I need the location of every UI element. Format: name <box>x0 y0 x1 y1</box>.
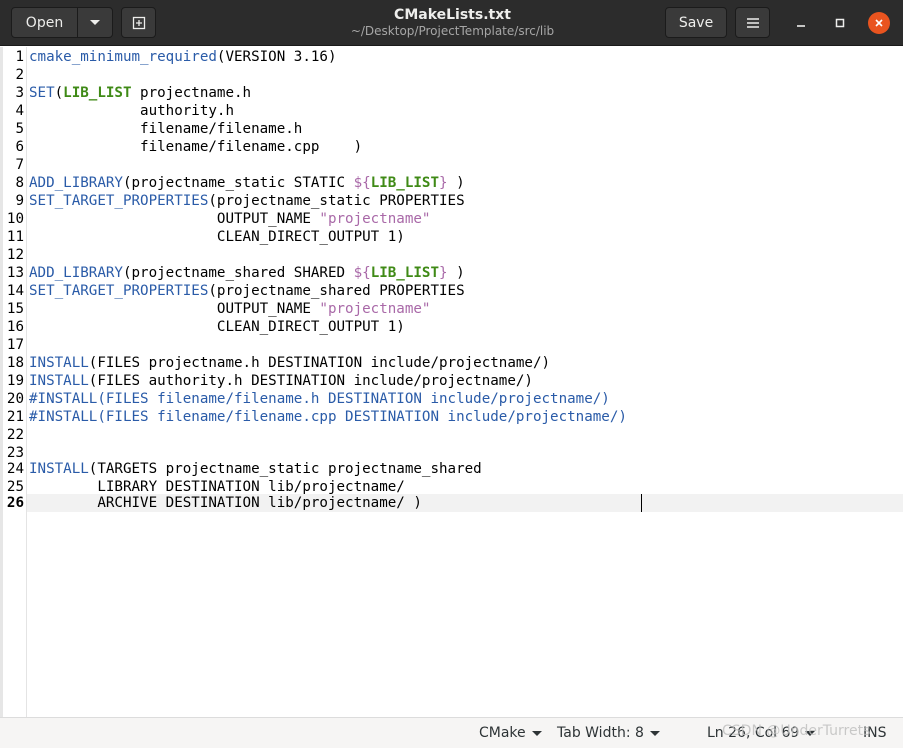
code-line[interactable]: 7 <box>0 156 903 174</box>
code-text[interactable]: INSTALL(FILES projectname.h DESTINATION … <box>29 354 550 372</box>
code-text[interactable]: ARCHIVE DESTINATION lib/projectname/ ) <box>29 494 422 512</box>
save-button[interactable]: Save <box>665 7 727 38</box>
code-line[interactable]: 3 SET(LIB_LIST projectname.h <box>0 84 903 102</box>
code-text[interactable]: filename/filename.cpp ) <box>29 138 362 156</box>
hamburger-menu-icon <box>746 17 759 28</box>
code-line[interactable]: 4 authority.h <box>0 102 903 120</box>
tab-width-label: Tab Width: 8 <box>557 725 644 741</box>
language-dropdown-icon <box>531 730 542 736</box>
line-number: 2 <box>15 67 24 83</box>
tab-width-dropdown-icon <box>649 730 660 736</box>
code-text[interactable]: filename/filename.h <box>29 120 302 138</box>
line-number: 12 <box>6 247 24 263</box>
line-number: 21 <box>6 409 24 425</box>
line-number: 22 <box>6 427 24 443</box>
code-line[interactable]: 19 INSTALL(FILES authority.h DESTINATION … <box>0 372 903 390</box>
code-text[interactable]: CLEAN_DIRECT_OUTPUT 1) <box>29 318 405 336</box>
code-line[interactable]: 1 cmake_minimum_required(VERSION 3.16) <box>0 48 903 66</box>
code-line[interactable]: 10 OUTPUT_NAME "projectname" <box>0 210 903 228</box>
code-text[interactable]: #INSTALL(FILES filename/filename.h DESTI… <box>29 390 610 408</box>
line-number: 11 <box>6 229 24 245</box>
code-line[interactable]: 2 <box>0 66 903 84</box>
close-button[interactable] <box>868 12 890 34</box>
language-label: CMake <box>479 725 526 741</box>
minimize-button[interactable] <box>790 12 812 34</box>
line-number: 4 <box>15 103 24 119</box>
code-line[interactable]: 15 OUTPUT_NAME "projectname" <box>0 300 903 318</box>
tab-width-selector[interactable]: Tab Width: 8 <box>557 725 660 741</box>
code-text[interactable]: SET_TARGET_PROPERTIES(projectname_static… <box>29 192 465 210</box>
line-number: 10 <box>6 211 24 227</box>
line-number: 26 <box>6 495 24 511</box>
code-line[interactable]: 11 CLEAN_DIRECT_OUTPUT 1) <box>0 228 903 246</box>
line-number: 5 <box>15 121 24 137</box>
code-line[interactable]: 22 <box>0 426 903 444</box>
line-number: 15 <box>6 301 24 317</box>
code-line[interactable]: 8 ADD_LIBRARY(projectname_static STATIC $… <box>0 174 903 192</box>
code-text[interactable]: OUTPUT_NAME "projectname" <box>29 300 431 318</box>
new-tab-icon <box>132 16 145 29</box>
line-number: 16 <box>6 319 24 335</box>
code-text[interactable]: INSTALL(FILES authority.h DESTINATION in… <box>29 372 533 390</box>
code-text[interactable]: INSTALL(TARGETS projectname_static proje… <box>29 460 482 478</box>
maximize-button[interactable] <box>829 12 851 34</box>
chevron-down-icon <box>90 19 100 25</box>
line-number: 17 <box>6 337 24 353</box>
line-number: 6 <box>15 139 24 155</box>
window-title-area: CMakeLists.txt ~/Desktop/ProjectTemplate… <box>300 7 605 39</box>
code-line[interactable]: 14 SET_TARGET_PROPERTIES(projectname_shar… <box>0 282 903 300</box>
watermark: CSDN @UnderTurrets <box>722 723 871 739</box>
code-text[interactable]: ADD_LIBRARY(projectname_shared SHARED ${… <box>29 264 465 282</box>
window-subtitle: ~/Desktop/ProjectTemplate/src/lib <box>350 24 555 38</box>
code-text[interactable]: authority.h <box>29 102 234 120</box>
text-cursor <box>641 494 642 512</box>
line-number: 1 <box>15 49 24 65</box>
open-button-label: Open <box>25 14 64 31</box>
code-line[interactable]: 12 <box>0 246 903 264</box>
new-tab-button[interactable] <box>121 7 156 38</box>
code-line[interactable]: 16 CLEAN_DIRECT_OUTPUT 1) <box>0 318 903 336</box>
code-line[interactable]: 17 <box>0 336 903 354</box>
code-text[interactable]: #INSTALL(FILES filename/filename.cpp DES… <box>29 408 627 426</box>
code-text[interactable]: SET_TARGET_PROPERTIES(projectname_shared… <box>29 282 465 300</box>
minimize-icon <box>797 25 805 27</box>
code-text[interactable]: ADD_LIBRARY(projectname_static STATIC ${… <box>29 174 465 192</box>
code-line[interactable]: 20 #INSTALL(FILES filename/filename.h DES… <box>0 390 903 408</box>
code-text[interactable]: CLEAN_DIRECT_OUTPUT 1) <box>29 228 405 246</box>
code-text[interactable]: OUTPUT_NAME "projectname" <box>29 210 431 228</box>
open-button[interactable]: Open <box>11 7 78 38</box>
line-number: 8 <box>15 175 24 191</box>
line-number: 18 <box>6 355 24 371</box>
line-number: 9 <box>15 193 24 209</box>
status-bar: CMake Tab Width: 8 Ln 26, Col 69 INS CSD… <box>0 717 903 748</box>
main-menu-button[interactable] <box>735 7 770 38</box>
header-bar: Open CMakeLists.txt ~/Desktop/ProjectTem… <box>0 0 903 46</box>
line-number: 13 <box>6 265 24 281</box>
code-line[interactable]: 9 SET_TARGET_PROPERTIES(projectname_stati… <box>0 192 903 210</box>
code-line[interactable]: 21 #INSTALL(FILES filename/filename.cpp D… <box>0 408 903 426</box>
line-number: 19 <box>6 373 24 389</box>
code-line[interactable]: 6 filename/filename.cpp ) <box>0 138 903 156</box>
line-number: 3 <box>15 85 24 101</box>
window-title: CMakeLists.txt <box>394 7 511 23</box>
line-number: 20 <box>6 391 24 407</box>
code-line[interactable]: 5 filename/filename.h <box>0 120 903 138</box>
code-line[interactable]: 26 ARCHIVE DESTINATION lib/projectname/ … <box>0 494 903 512</box>
maximize-icon <box>835 18 845 28</box>
line-number: 24 <box>6 461 24 477</box>
code-line[interactable]: 24 INSTALL(TARGETS projectname_static pro… <box>0 460 903 478</box>
code-text[interactable]: SET(LIB_LIST projectname.h <box>29 84 251 102</box>
save-button-label: Save <box>678 14 714 31</box>
line-number: 14 <box>6 283 24 299</box>
line-number: 7 <box>15 157 24 173</box>
open-recent-menu-button[interactable] <box>77 7 113 38</box>
code-text[interactable]: cmake_minimum_required(VERSION 3.16) <box>29 48 337 66</box>
close-icon <box>875 19 883 27</box>
code-line[interactable]: 18 INSTALL(FILES projectname.h DESTINATIO… <box>0 354 903 372</box>
code-line[interactable]: 13 ADD_LIBRARY(projectname_shared SHARED … <box>0 264 903 282</box>
language-selector[interactable]: CMake <box>479 725 542 741</box>
